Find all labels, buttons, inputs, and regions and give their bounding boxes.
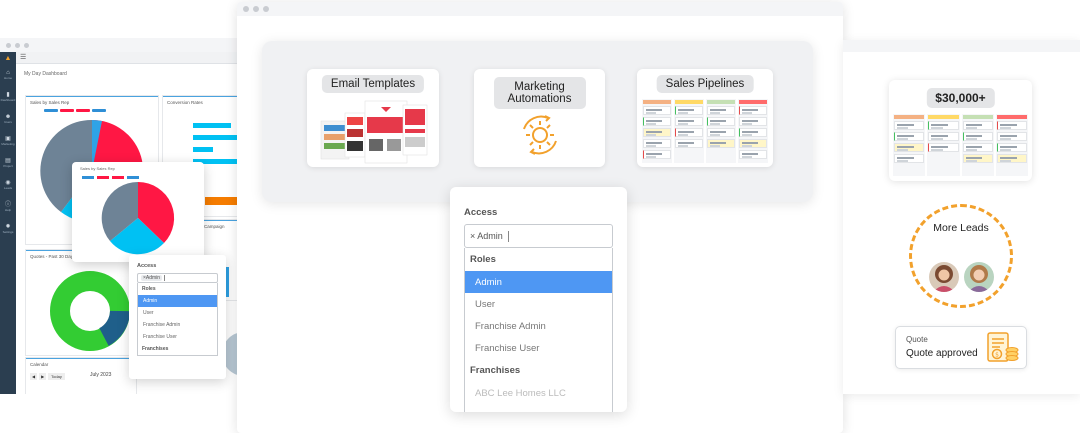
text-caret (507, 230, 509, 242)
email-templates-card[interactable]: Email Templates (307, 69, 439, 167)
access-dropdown: Access × Admin Roles Admin User Franchise A… (450, 187, 627, 412)
window-dot[interactable] (253, 6, 259, 12)
sidebar-item[interactable]: ▮ Dashboard (0, 86, 16, 108)
window-chrome (843, 40, 1080, 52)
text-caret (164, 275, 165, 281)
sidebar-item-label: Settings (2, 230, 14, 234)
top-bar: ☰ (16, 52, 245, 64)
option-admin[interactable]: Admin (465, 271, 612, 293)
window-dot[interactable] (6, 42, 11, 48)
bar (193, 147, 213, 152)
marketing-automations-card[interactable]: Marketing Automations (474, 69, 605, 167)
option-user[interactable]: User (465, 293, 612, 315)
email-templates-illustration (320, 100, 428, 164)
option-group-header: Franchises (470, 365, 521, 376)
access-input[interactable]: × Admin (464, 224, 613, 248)
sidebar: ▲ ⌂ Home ▮ Dashboard ☻ Users ▣ Marketing ▤ Projec… (0, 52, 16, 394)
sidebar-item-label: Dashboard (0, 98, 16, 102)
automation-gear-icon (523, 115, 557, 155)
donut-segment (98, 310, 130, 346)
window-dot[interactable] (263, 6, 269, 12)
sidebar-item-label: Project (3, 164, 13, 168)
deal-amount: $30,000+ (926, 88, 995, 108)
option-abc-lee-homes-llc[interactable]: ABC Lee Homes LLC (465, 382, 612, 404)
access-input[interactable]: ×Admin (137, 273, 218, 283)
marketing-automations-label: Marketing Automations (493, 77, 586, 109)
window-chrome (237, 2, 843, 16)
option-franchise-user[interactable]: Franchise User (465, 337, 612, 359)
option-admin[interactable]: Admin (138, 295, 217, 307)
more-leads-badge: More Leads (909, 204, 1013, 308)
window-dot[interactable] (24, 42, 29, 48)
window-chrome (0, 38, 245, 52)
sales-pipelines-label: Sales Pipelines (656, 75, 754, 93)
popup-pie-chart (101, 181, 175, 255)
option-group-header: Franchises (142, 346, 169, 352)
option-group-header: Roles (142, 286, 156, 292)
window-dot[interactable] (15, 42, 20, 48)
sidebar-item-label: Home (3, 76, 12, 80)
breadcrumb: My Day Dashboard (24, 71, 67, 77)
today-button[interactable]: Today (48, 373, 65, 380)
calendar-panel: Calendar ◀ ▶ Today July 2023 (26, 358, 136, 394)
more-leads-text: More Leads (933, 222, 989, 234)
sidebar-item[interactable]: ✹ Settings (0, 218, 16, 240)
avatar (929, 262, 959, 292)
next-month-button[interactable]: ▶ (39, 373, 47, 380)
access-label: Access (464, 207, 498, 218)
calendar-month: July 2023 (90, 372, 112, 378)
pie-popup: Sales by Sales Rep (72, 162, 204, 262)
sidebar-item-label: Leads (3, 186, 13, 190)
option-franchise-admin[interactable]: Franchise Admin (465, 315, 612, 337)
sidebar-item[interactable]: ☻ Users (0, 108, 16, 130)
sidebar-item[interactable]: ⌂ Home (0, 64, 16, 86)
quotes-panel: Quotes - Past 30 Days (26, 250, 144, 355)
sales-pipelines-card[interactable]: Sales Pipelines (637, 69, 773, 167)
option-user[interactable]: User (138, 307, 217, 319)
admin-chip[interactable]: × Admin (470, 231, 503, 241)
brand-logo-icon[interactable]: ▲ (0, 52, 16, 64)
quote-approved-card: Quote Quote approved $ (895, 326, 1027, 369)
prev-month-button[interactable]: ◀ (30, 373, 38, 380)
access-options-list[interactable]: Roles Admin User Franchise Admin Franchise U… (137, 283, 218, 356)
sidebar-item-label: Users (4, 120, 12, 124)
quotes-donut-chart (50, 271, 130, 351)
avatar (964, 262, 994, 292)
sidebar-item-label: Help (4, 208, 12, 212)
deal-value-card: $30,000+ (889, 80, 1032, 181)
option-group-header: Roles (470, 254, 496, 265)
sidebar-item[interactable]: ⓘ Help (0, 196, 16, 218)
bar (193, 135, 237, 140)
sidebar-item[interactable]: ▤ Project (0, 152, 16, 174)
features-panel: Email Templates Marketing Automations Sa… (262, 41, 813, 202)
small-access-dropdown: Access ×Admin Roles Admin User Franchise Ad… (129, 255, 226, 379)
sidebar-item[interactable]: ▣ Marketing (0, 130, 16, 152)
access-label: Access (137, 263, 157, 269)
sidebar-item-label: Marketing (1, 142, 15, 146)
access-options-list[interactable]: Roles Admin User Franchise Admin Franchise U… (464, 248, 613, 412)
menu-icon[interactable]: ☰ (20, 54, 26, 61)
svg-text:$: $ (995, 352, 999, 359)
panel-title: Calendar (30, 362, 49, 367)
option-franchise-admin[interactable]: Franchise Admin (138, 319, 217, 331)
panel-title: Conversion Rates (167, 100, 203, 105)
mini-pipeline-board (642, 99, 768, 163)
admin-chip[interactable]: ×Admin (141, 275, 163, 281)
sidebar-item[interactable]: ◉ Leads (0, 174, 16, 196)
option-franchise-user[interactable]: Franchise User (138, 331, 217, 343)
window-dot[interactable] (243, 6, 249, 12)
quote-document-icon: $ (987, 332, 1019, 362)
mini-pipeline-board (893, 114, 1028, 176)
bar (193, 123, 231, 128)
calendar-nav: ◀ ▶ Today (30, 373, 65, 380)
